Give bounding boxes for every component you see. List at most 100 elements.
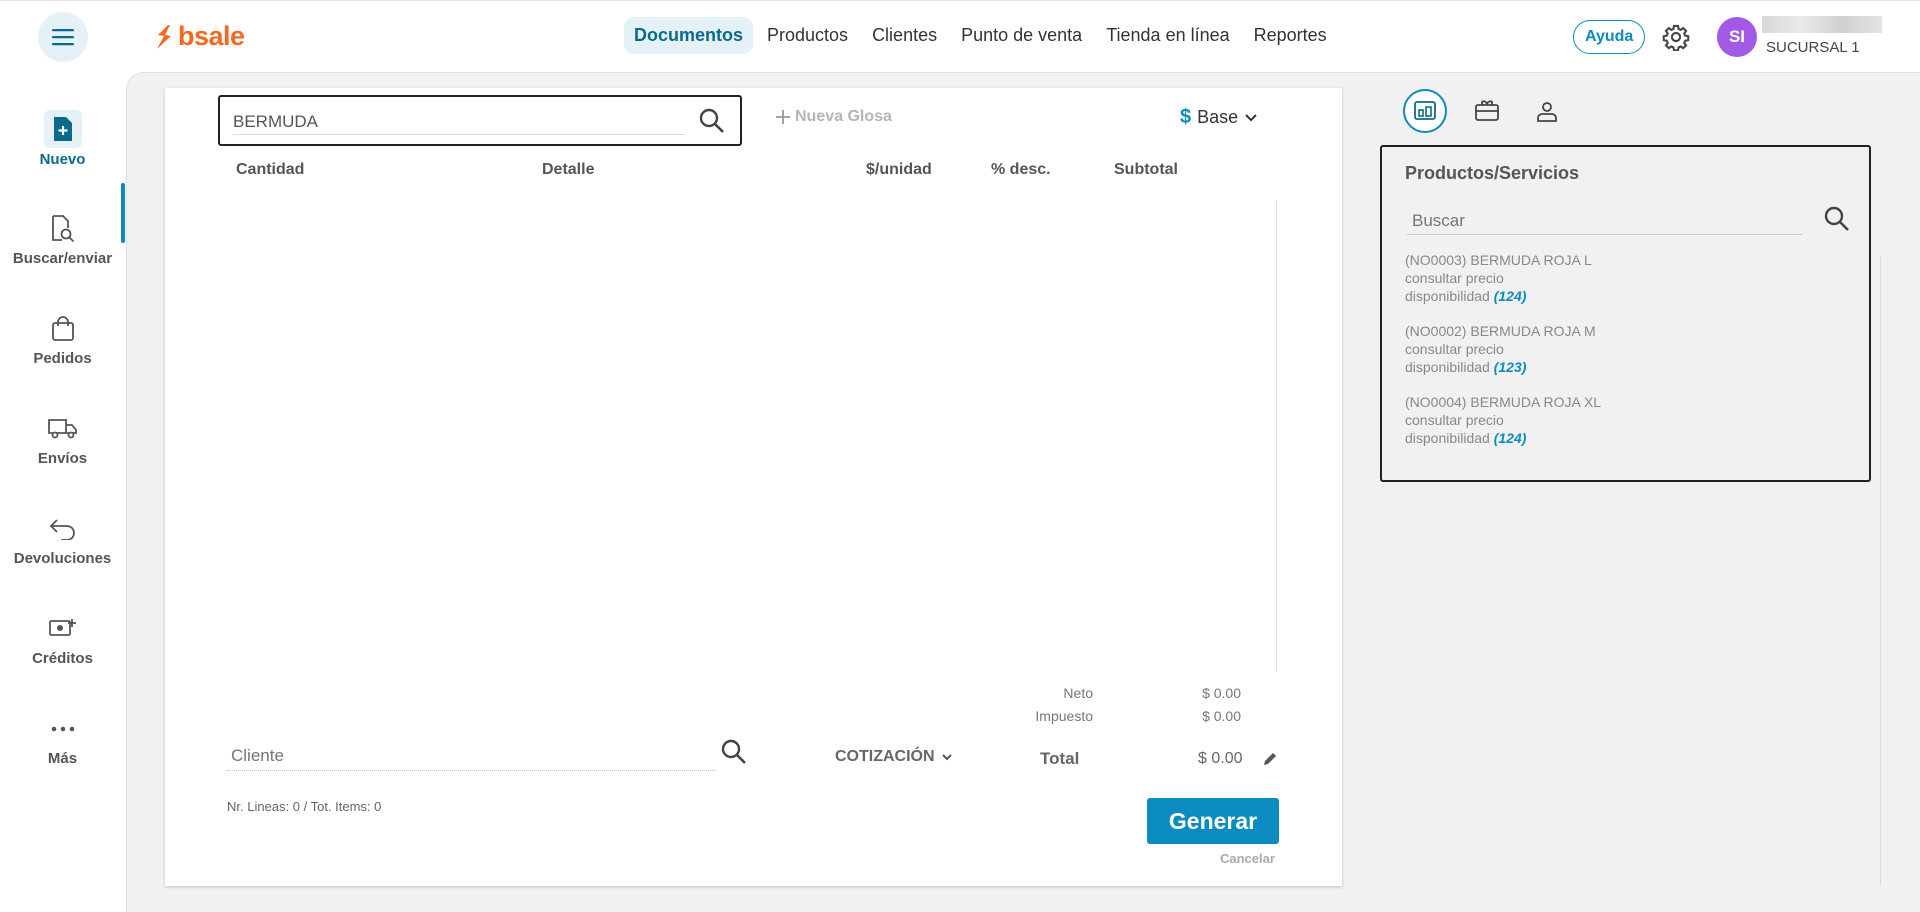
nav-clientes[interactable]: Clientes (862, 17, 947, 54)
help-button[interactable]: Ayuda (1573, 20, 1646, 54)
nav-punto-de-venta[interactable]: Punto de venta (951, 17, 1092, 54)
product-name: (NO0003) BERMUDA ROJA L (1405, 252, 1592, 268)
sidebar-item-creditos[interactable]: Créditos (0, 614, 125, 667)
right-scroll-divider (1880, 255, 1881, 885)
search-icon[interactable] (698, 107, 726, 135)
product-item[interactable]: (NO0002) BERMUDA ROJA M consultar precio… (1405, 322, 1596, 376)
document-panel: Nueva Glosa $ Base Cantidad Detalle $/un… (165, 88, 1342, 886)
bsale-logo-icon (157, 24, 171, 49)
sidebar-item-label: Envíos (37, 450, 88, 467)
avatar[interactable]: SI (1717, 17, 1757, 57)
product-availability: disponibilidad (124) (1405, 287, 1592, 305)
hamburger-menu-button[interactable] (38, 12, 88, 62)
tab-products[interactable] (1403, 89, 1447, 133)
search-document-icon (48, 214, 78, 244)
sidebar-item-nuevo[interactable]: Nuevo (0, 110, 125, 168)
chevron-down-icon (1245, 113, 1257, 121)
person-icon (1537, 102, 1557, 122)
product-item[interactable]: (NO0003) BERMUDA ROJA L consultar precio… (1405, 251, 1592, 305)
branch-label[interactable]: SUCURSAL 1 (1766, 39, 1860, 56)
tab-client[interactable] (1525, 89, 1569, 133)
products-panel-title: Productos/Servicios (1405, 163, 1580, 183)
column-header-subtotal: Subtotal (1114, 161, 1178, 178)
client-input[interactable] (227, 741, 715, 771)
active-indicator (121, 183, 125, 243)
product-price: consultar precio (1405, 412, 1504, 428)
new-gloss-label: Nueva Glosa (795, 108, 892, 125)
top-bar: bsale Documentos Productos Clientes Punt… (0, 0, 1920, 72)
sidebar-item-label: Devoluciones (13, 550, 112, 567)
availability-label: disponibilidad (1405, 288, 1490, 304)
sidebar-item-envios[interactable]: Envíos (0, 414, 125, 467)
hamburger-icon (52, 29, 74, 46)
total-value: $ 0.00 (1198, 750, 1243, 767)
document-type-value: COTIZACIÓN (835, 748, 935, 765)
tab-gift-cards[interactable] (1465, 89, 1509, 133)
product-search-input[interactable] (233, 109, 685, 135)
price-list-select[interactable]: $ Base (1180, 106, 1258, 129)
product-availability: disponibilidad (124) (1405, 429, 1601, 447)
availability-count: (123) (1493, 359, 1527, 375)
gift-card-icon (1475, 100, 1499, 121)
availability-label: disponibilidad (1405, 430, 1490, 446)
money-add-icon (48, 614, 78, 644)
sidebar-item-buscar-enviar[interactable]: Buscar/enviar (0, 214, 125, 267)
sidebar-item-devoluciones[interactable]: Devoluciones (0, 514, 125, 567)
column-header-precio-unidad: $/unidad (866, 161, 932, 178)
scroll-divider (1276, 200, 1277, 672)
dollar-icon: $ (1180, 106, 1192, 128)
new-gloss-button[interactable]: Nueva Glosa (775, 108, 892, 126)
product-name: (NO0002) BERMUDA ROJA M (1405, 323, 1596, 339)
product-price: consultar precio (1405, 341, 1504, 357)
nav-documentos[interactable]: Documentos (624, 17, 754, 54)
new-document-icon (43, 110, 82, 148)
user-name-redacted (1762, 16, 1882, 33)
price-list-value: Base (1197, 107, 1239, 127)
return-arrow-icon (48, 514, 78, 544)
main-nav: Documentos Productos Clientes Punto de v… (624, 17, 1337, 54)
products-services-panel: Productos/Servicios (NO0003) BERMUDA ROJ… (1380, 145, 1871, 482)
more-dots-icon (48, 714, 78, 744)
neto-label: Neto (1063, 685, 1093, 701)
cancel-link[interactable]: Cancelar (1220, 851, 1275, 866)
product-availability: disponibilidad (123) (1405, 358, 1596, 376)
sidebar-item-label: Pedidos (33, 350, 92, 367)
client-search-icon[interactable] (720, 738, 748, 766)
shopping-bag-icon (48, 314, 78, 344)
lines-info: Nr. Lineas: 0 / Tot. Items: 0 (227, 799, 382, 814)
sidebar-item-label: Más (47, 750, 78, 767)
column-header-cantidad: Cantidad (236, 161, 305, 178)
impuesto-value: $ 0.00 (1202, 708, 1241, 724)
logo-text: bsale (178, 21, 245, 51)
nav-tienda-en-linea[interactable]: Tienda en línea (1096, 17, 1239, 54)
availability-label: disponibilidad (1405, 359, 1490, 375)
sidebar-item-pedidos[interactable]: Pedidos (0, 314, 125, 367)
column-header-detalle: Detalle (542, 161, 595, 178)
column-header-descuento: % desc. (991, 161, 1051, 178)
products-search-input[interactable] (1407, 207, 1802, 235)
sidebar: Nuevo Buscar/enviar Pedidos Envíos Devol… (0, 72, 125, 912)
search-icon[interactable] (1823, 205, 1851, 233)
product-price: consultar precio (1405, 270, 1504, 286)
gear-icon[interactable] (1662, 23, 1690, 51)
impuesto-label: Impuesto (1035, 708, 1093, 724)
total-label: Total (1040, 749, 1080, 768)
sidebar-item-mas[interactable]: Más (0, 714, 125, 767)
generate-button[interactable]: Generar (1147, 798, 1279, 844)
nav-reportes[interactable]: Reportes (1244, 17, 1337, 54)
availability-count: (124) (1493, 430, 1527, 446)
nav-productos[interactable]: Productos (757, 17, 858, 54)
product-search-box (218, 95, 742, 146)
chevron-down-icon (941, 753, 952, 760)
sidebar-item-label: Nuevo (39, 151, 86, 168)
truck-icon (47, 414, 78, 444)
products-grid-icon (1414, 101, 1436, 120)
neto-value: $ 0.00 (1202, 685, 1241, 701)
sidebar-item-label: Créditos (32, 650, 93, 667)
pencil-icon[interactable] (1261, 750, 1279, 768)
product-name: (NO0004) BERMUDA ROJA XL (1405, 394, 1602, 410)
document-type-select[interactable]: COTIZACIÓN (835, 748, 953, 766)
product-item[interactable]: (NO0004) BERMUDA ROJA XL consultar preci… (1405, 393, 1601, 447)
plus-icon (776, 110, 790, 124)
bsale-logo[interactable]: bsale (154, 21, 245, 52)
